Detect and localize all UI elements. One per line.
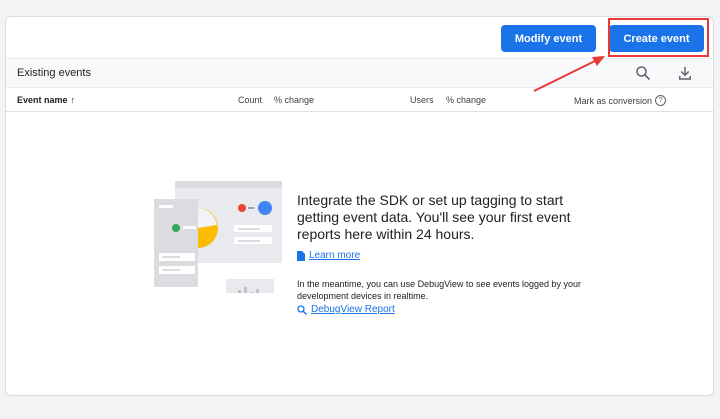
events-card: Modify event Create event Existing event… — [5, 16, 714, 396]
search-icon[interactable] — [634, 64, 652, 82]
column-users-change[interactable]: % change — [446, 95, 486, 105]
document-icon — [297, 250, 305, 261]
modify-event-button[interactable]: Modify event — [501, 25, 596, 52]
debugview-report-label: DebugView Report — [311, 304, 395, 315]
empty-state-illustration — [154, 181, 282, 293]
debugview-report-link[interactable]: DebugView Report — [297, 304, 395, 315]
empty-state-headline: Integrate the SDK or set up tagging to s… — [297, 192, 571, 242]
column-mark-as-conversion-label: Mark as conversion — [574, 95, 653, 106]
top-toolbar: Modify event Create event — [6, 17, 713, 58]
column-event-name[interactable]: Event name ↑ — [17, 95, 75, 105]
column-event-name-label: Event name — [17, 95, 68, 105]
table-title: Existing events — [17, 67, 91, 79]
sort-ascending-icon: ↑ — [70, 95, 76, 105]
learn-more-link[interactable]: Learn more — [297, 250, 360, 261]
meantime-text: In the meantime, you can use DebugView t… — [297, 279, 582, 301]
column-count-change[interactable]: % change — [274, 95, 314, 105]
debug-search-icon — [297, 304, 307, 315]
create-event-button[interactable]: Create event — [609, 25, 704, 52]
learn-more-label: Learn more — [309, 250, 361, 261]
table-subheader: Existing events — [6, 58, 713, 88]
help-icon[interactable]: ? — [655, 95, 667, 106]
column-count[interactable]: Count — [238, 95, 262, 105]
download-icon[interactable] — [676, 64, 694, 82]
column-header-row: Event name ↑ Count % change Users % chan… — [6, 88, 713, 112]
column-users[interactable]: Users — [410, 95, 434, 105]
column-mark-as-conversion: Mark as conversion ? — [574, 95, 667, 106]
